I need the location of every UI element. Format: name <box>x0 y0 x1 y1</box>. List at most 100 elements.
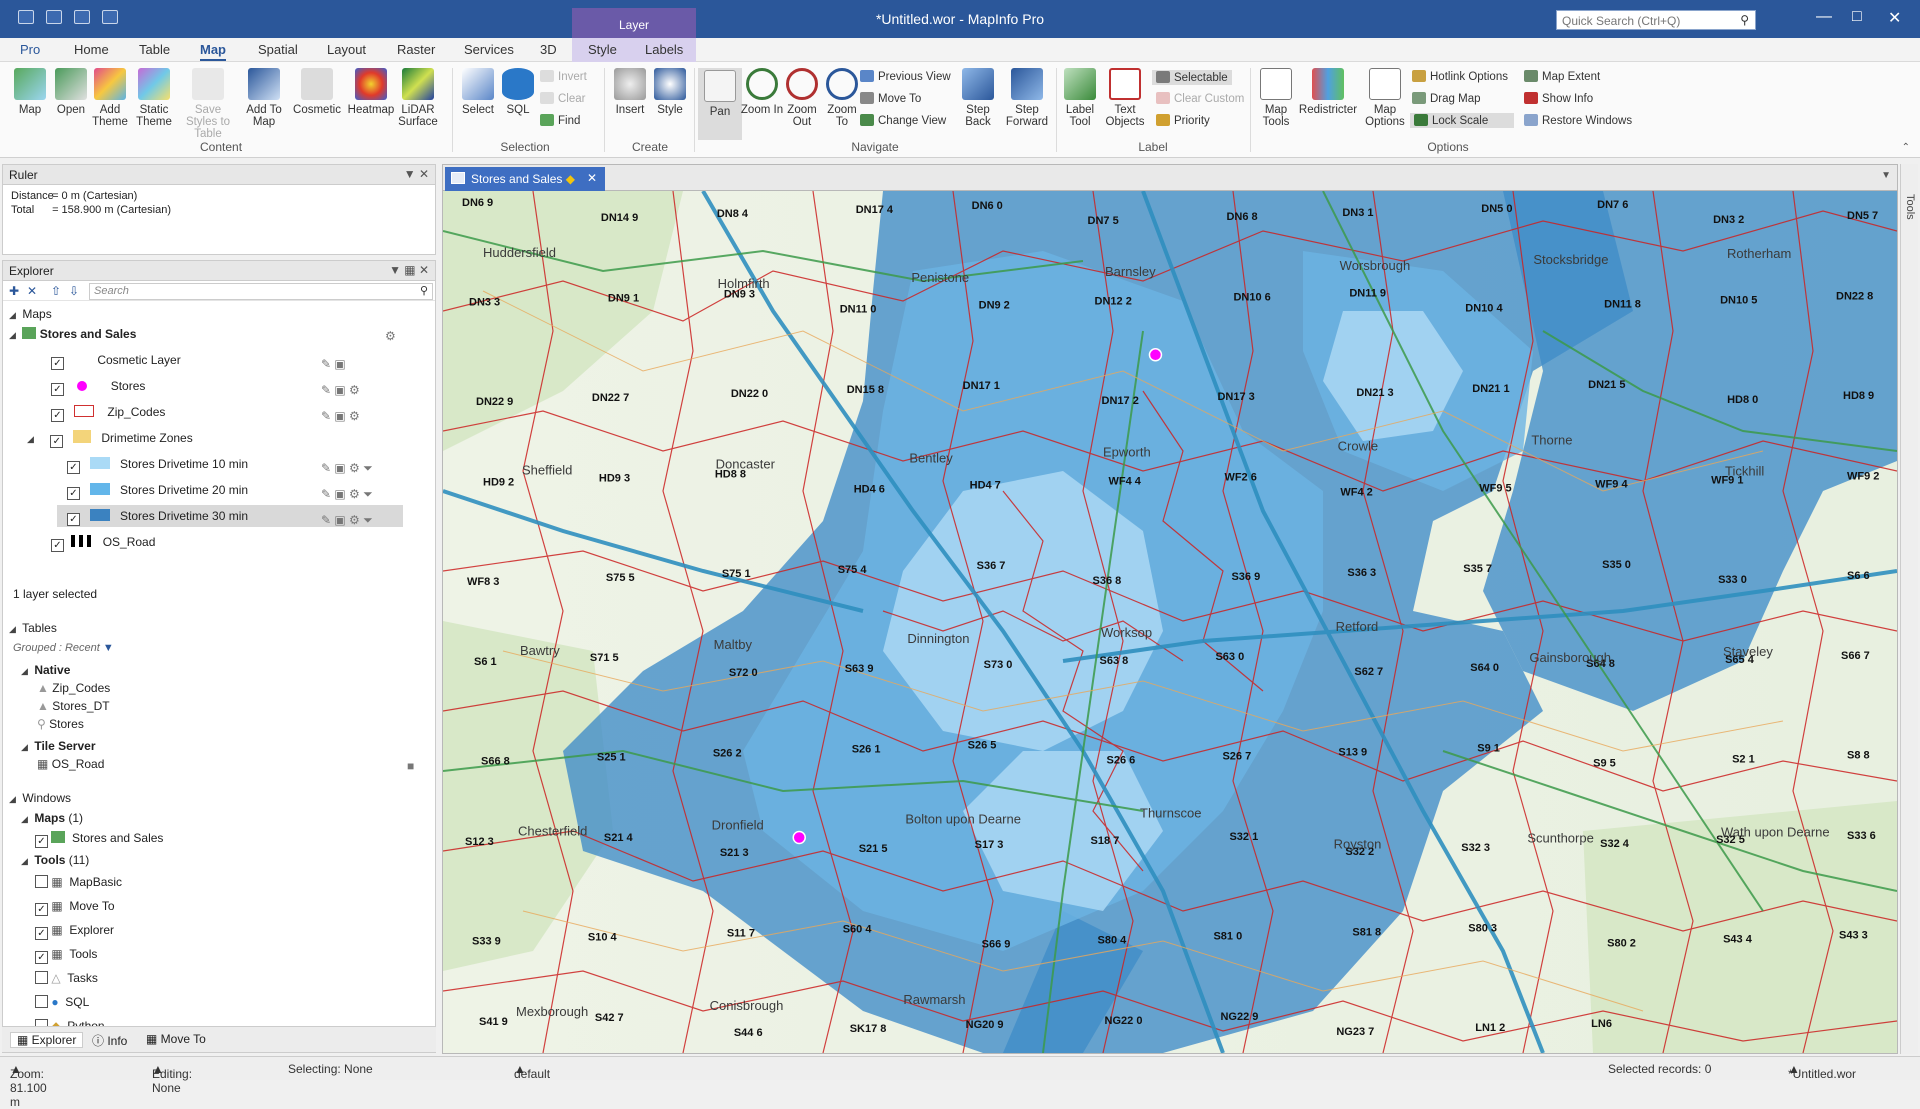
zoom-to-button[interactable]: Zoom To <box>820 68 864 128</box>
edit-layer-icons[interactable]: ✎ ▣ ⚙ ⏷ <box>321 461 373 476</box>
redistricter-button[interactable]: Redistricter <box>1296 68 1360 116</box>
layer-visibility-checkbox[interactable]: ✓ <box>67 461 80 474</box>
edit-layer-icons[interactable]: ✎ ▣ ⚙ <box>321 409 360 423</box>
edit-layer-icons[interactable]: ✎ ▣ <box>321 357 346 371</box>
map-canvas[interactable]: DN6 9 DN14 9 DN8 4 DN17 4 DN6 0 DN7 5 DN6 8 DN3… <box>443 191 1897 1053</box>
layer-visibility-checkbox[interactable]: ✓ <box>67 513 80 526</box>
window-visibility-checkbox[interactable]: ✓ <box>35 835 48 848</box>
restore-windows-button[interactable]: Restore Windows <box>1524 114 1632 127</box>
bottom-tab-explorer[interactable]: ▦ Explorer <box>10 1032 84 1048</box>
tab-services[interactable]: Services <box>464 42 514 57</box>
layer-group-drivetime[interactable]: ◢ ✓ Drimetime Zones <box>27 427 427 449</box>
hotlink-options-button[interactable]: Hotlink Options <box>1412 70 1508 83</box>
bottom-tab-move-to[interactable]: ▦ Move To <box>146 1032 206 1046</box>
tool-visibility-checkbox[interactable] <box>35 971 48 984</box>
tool-visibility-checkbox[interactable]: ✓ <box>35 951 48 964</box>
edit-layer-icons[interactable]: ✎ ▣ ⚙ <box>321 383 360 397</box>
heatmap-button[interactable]: Heatmap <box>346 68 396 116</box>
map-node-action-icon[interactable]: ⚙ <box>385 329 396 343</box>
tab-map[interactable]: Map <box>200 42 226 61</box>
add-theme-button[interactable]: Add Theme <box>88 68 132 128</box>
sql-button[interactable]: SQL <box>496 68 540 116</box>
layer-visibility-checkbox[interactable]: ✓ <box>51 409 64 422</box>
tool-item-tools[interactable]: ✓ ▦ Tools <box>35 943 97 965</box>
lidar-surface-button[interactable]: LiDAR Surface <box>396 68 440 128</box>
status-zoom[interactable]: Zoom: 81.100 m ▲ <box>10 1062 47 1109</box>
side-tools-tab[interactable]: Tools <box>1900 164 1918 1054</box>
tab-raster[interactable]: Raster <box>397 42 435 57</box>
status-workspace[interactable]: *Untitled.wor ▲ <box>1788 1062 1856 1081</box>
explorer-panel-controls[interactable]: ▼ ▦ ✕ <box>389 263 429 277</box>
table-item[interactable]: ⚲ Stores <box>37 713 84 735</box>
select-button[interactable]: Select <box>456 68 500 116</box>
edit-layer-icons[interactable]: ✎ ▣ ⚙ ⏷ <box>321 513 373 528</box>
style-button[interactable]: Style <box>648 68 692 116</box>
tab-style[interactable]: Style <box>588 42 617 57</box>
layer-drivetime-20[interactable]: ✓ Stores Drivetime 20 min <box>67 479 431 501</box>
tab-table[interactable]: Table <box>139 42 170 57</box>
store-point[interactable] <box>1148 348 1163 362</box>
step-back-button[interactable]: Step Back <box>956 68 1000 128</box>
clear-custom-button[interactable]: Clear Custom <box>1156 92 1244 105</box>
save-styles-button[interactable]: Save Styles to Table <box>180 68 236 140</box>
close-tab-icon[interactable]: ✕ <box>587 171 597 185</box>
layer-visibility-checkbox[interactable]: ✓ <box>67 487 80 500</box>
cosmetic-button[interactable]: Cosmetic <box>292 68 342 116</box>
step-forward-button[interactable]: Step Forward <box>1004 68 1050 128</box>
layer-drivetime-10[interactable]: ✓ Stores Drivetime 10 min <box>67 453 431 475</box>
maps-window-group[interactable]: ◢ Maps (1) <box>21 807 83 829</box>
tool-item-tasks[interactable]: △ Tasks <box>35 967 98 989</box>
tool-item-move-to[interactable]: ✓ ▦ Move To <box>35 895 115 917</box>
close-button[interactable]: ✕ <box>1888 8 1901 28</box>
selectable-toggle[interactable]: Selectable <box>1152 70 1232 85</box>
layer-visibility-checkbox[interactable]: ✓ <box>50 435 64 448</box>
layer-visibility-checkbox[interactable]: ✓ <box>51 539 64 552</box>
tool-item-explorer[interactable]: ✓ ▦ Explorer <box>35 919 114 941</box>
drag-map-button[interactable]: Drag Map <box>1412 92 1481 105</box>
map-button[interactable]: Map <box>8 68 52 116</box>
invert-button[interactable]: Invert <box>540 70 587 83</box>
ruler-panel-controls[interactable]: ▼ ✕ <box>404 167 429 181</box>
lock-scale-toggle[interactable]: Lock Scale <box>1410 113 1514 128</box>
tool-visibility-checkbox[interactable] <box>35 995 48 1008</box>
add-to-map-button[interactable]: Add To Map <box>242 68 286 128</box>
pan-button[interactable]: Pan <box>698 68 742 140</box>
tools-window-group[interactable]: ◢ Tools (11) <box>21 849 89 871</box>
tool-item-mapbasic[interactable]: ▦ MapBasic <box>35 871 122 893</box>
grouped-dropdown[interactable]: Grouped : Recent ▼ <box>13 637 114 659</box>
tool-visibility-checkbox[interactable] <box>35 875 48 888</box>
change-view-button[interactable]: Change View <box>860 114 946 127</box>
open-map-button[interactable]: Open <box>49 68 93 116</box>
layer-visibility-checkbox[interactable]: ✓ <box>51 357 64 370</box>
maps-section[interactable]: ◢ Maps <box>9 303 52 325</box>
tab-pro[interactable]: Pro <box>20 42 40 57</box>
layer-visibility-checkbox[interactable]: ✓ <box>51 383 64 396</box>
layer-stores[interactable]: ✓ Stores <box>51 375 431 397</box>
priority-button[interactable]: Priority <box>1156 114 1210 127</box>
tool-visibility-checkbox[interactable]: ✓ <box>35 903 48 916</box>
add-icon[interactable]: ✚ <box>9 284 19 298</box>
move-down-icon[interactable]: ⇩ <box>69 284 79 298</box>
show-info-button[interactable]: Show Info <box>1524 92 1593 105</box>
tab-labels[interactable]: Labels <box>645 42 683 57</box>
minimize-button[interactable]: — <box>1816 8 1832 26</box>
map-options-button[interactable]: Map Options <box>1362 68 1408 128</box>
static-theme-button[interactable]: Static Theme <box>132 68 176 128</box>
tab-home[interactable]: Home <box>74 42 109 57</box>
tab-spatial[interactable]: Spatial <box>258 42 298 57</box>
tab-3d[interactable]: 3D <box>540 42 557 57</box>
label-tool-button[interactable]: Label Tool <box>1058 68 1102 128</box>
table-item[interactable]: ▦ OS_Road <box>37 753 104 775</box>
clear-selection-button[interactable]: Clear <box>540 92 585 105</box>
layer-os-road[interactable]: ✓ OS_Road <box>51 531 431 553</box>
explorer-search-input[interactable]: Search ⚲ <box>89 283 433 300</box>
previous-view-button[interactable]: Previous View <box>860 70 951 83</box>
map-node[interactable]: ◢ Stores and Sales <box>9 323 136 345</box>
text-objects-button[interactable]: Text Objects <box>1100 68 1150 128</box>
tool-visibility-checkbox[interactable]: ✓ <box>35 927 48 940</box>
zoom-in-button[interactable]: Zoom In <box>740 68 784 116</box>
map-document-tab[interactable]: Stores and Sales ◆ ✕ <box>445 167 605 191</box>
edit-layer-icons[interactable]: ✎ ▣ ⚙ ⏷ <box>321 487 373 502</box>
tool-item-sql[interactable]: ● SQL <box>35 991 89 1013</box>
tab-list-icon[interactable]: ▼ <box>1881 170 1891 181</box>
